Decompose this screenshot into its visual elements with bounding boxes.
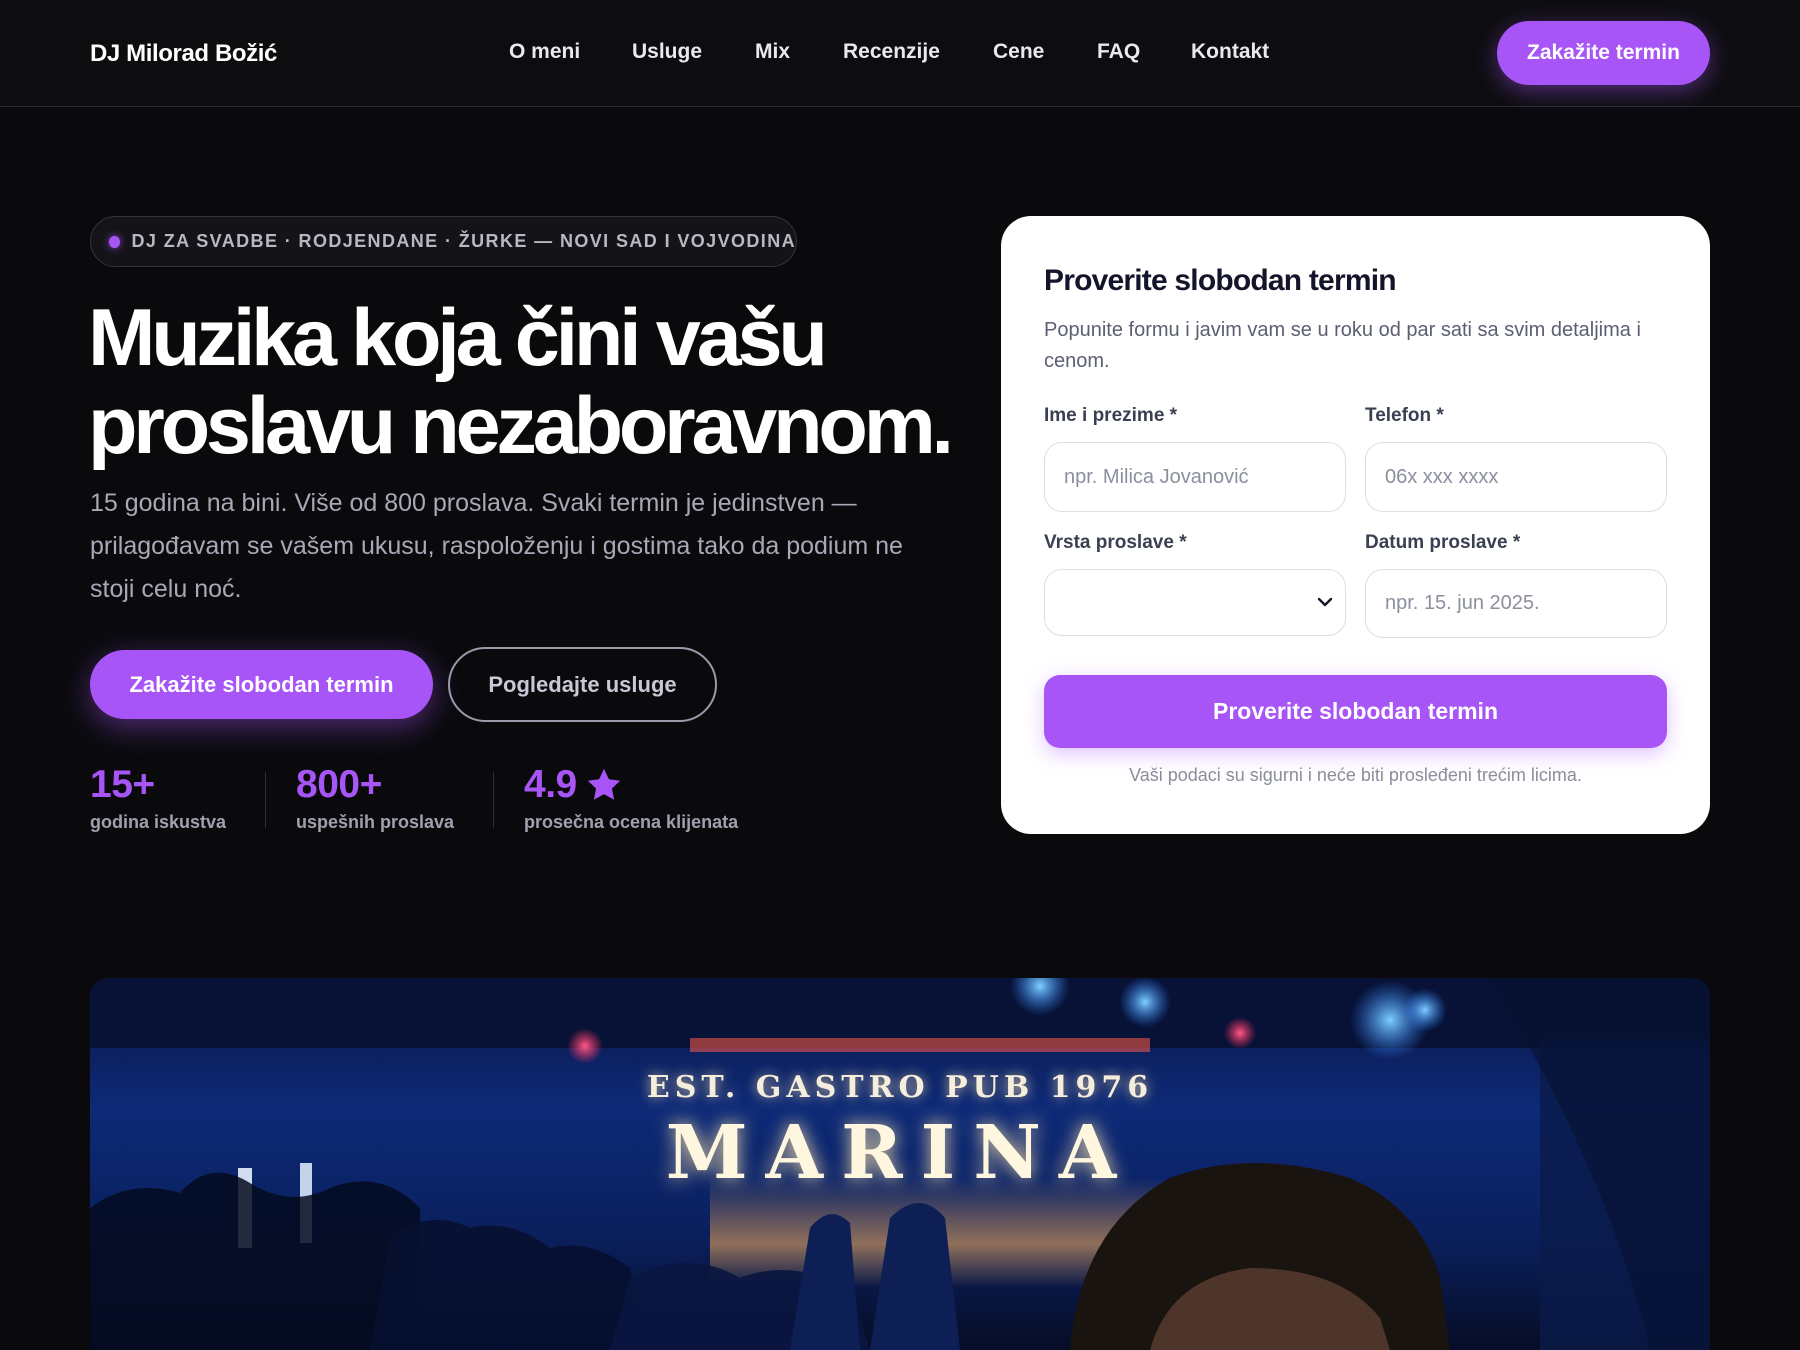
name-field[interactable] — [1044, 442, 1346, 512]
nav-link-cene[interactable]: Cene — [993, 40, 1044, 64]
hero-tag-pill: DJ ZA SVADBE · RODJENDANE · ŽURKE — NOVI… — [90, 216, 797, 267]
view-services-button[interactable]: Pogledajte usluge — [448, 647, 717, 722]
venue-sign-line2: MARINA — [665, 1110, 1135, 1196]
chevron-down-icon — [1317, 597, 1333, 607]
stat-rating-label: prosečna ocena klijenata — [524, 812, 739, 832]
form-subtitle: Popunite formu i javim vam se u roku od … — [1044, 319, 1641, 372]
hero-subtitle: 15 godina na bini. Više od 800 proslava.… — [90, 489, 903, 603]
book-slot-button[interactable]: Zakažite slobodan termin — [90, 650, 433, 719]
hero-title-line2: proslavu nezaboravnom. — [88, 381, 954, 471]
check-availability-button[interactable]: Proverite slobodan termin — [1044, 675, 1667, 748]
nav-link-kontakt[interactable]: Kontakt — [1191, 40, 1269, 64]
event-date-label: Datum proslave * — [1365, 532, 1521, 553]
nav-link-faq[interactable]: FAQ — [1097, 40, 1140, 64]
hero-photo: EST. GASTRO PUB 1976 MARINA — [90, 978, 1710, 1350]
stat-events-value: 800+ — [296, 763, 382, 806]
event-type-label: Vrsta proslave * — [1044, 532, 1187, 553]
event-type-select[interactable] — [1044, 569, 1346, 636]
phone-label: Telefon * — [1365, 405, 1444, 426]
stat-experience: 15+ godina iskustva — [90, 760, 226, 833]
hero-title: Muzika koja čini vašu proslavu nezaborav… — [88, 294, 1008, 470]
stat-events: 800+ uspešnih proslava — [296, 760, 454, 833]
hero-tag-text: DJ ZA SVADBE · RODJENDANE · ŽURKE — NOVI… — [131, 231, 796, 251]
nav-link-usluge[interactable]: Usluge — [632, 40, 702, 64]
stat-rating: 4.9 prosečna ocena klijenata — [524, 760, 738, 833]
phone-field[interactable] — [1365, 442, 1667, 512]
privacy-note: Vaši podaci su sigurni i neće biti prosl… — [1129, 765, 1582, 785]
hero-title-line1: Muzika koja čini vašu — [88, 293, 828, 383]
nav-link-o-meni[interactable]: O meni — [509, 40, 580, 64]
top-navbar: DJ Milorad Božić O meni Usluge Mix Recen… — [0, 0, 1800, 107]
venue-sign-line1: EST. GASTRO PUB 1976 — [646, 1070, 1154, 1105]
nav-book-button[interactable]: Zakažite termin — [1497, 21, 1710, 85]
nav-link-recenzije[interactable]: Recenzije — [843, 40, 940, 64]
name-label: Ime i prezime * — [1044, 405, 1178, 426]
nav-link-mix[interactable]: Mix — [755, 40, 790, 64]
form-title: Proverite slobodan termin — [1044, 264, 1397, 297]
event-date-field[interactable] — [1365, 569, 1667, 638]
star-icon — [587, 768, 620, 800]
stat-experience-value: 15+ — [90, 763, 155, 806]
stat-events-label: uspešnih proslava — [296, 812, 455, 832]
stat-experience-label: godina iskustva — [90, 812, 227, 832]
stat-divider — [493, 772, 494, 828]
stat-rating-value: 4.9 — [524, 763, 577, 806]
pulse-dot-icon — [109, 235, 120, 248]
stat-divider — [265, 772, 266, 828]
stat-rating-value-row: 4.9 — [524, 760, 738, 810]
booking-form-card: Proverite slobodan termin Popunite formu… — [1001, 216, 1710, 834]
